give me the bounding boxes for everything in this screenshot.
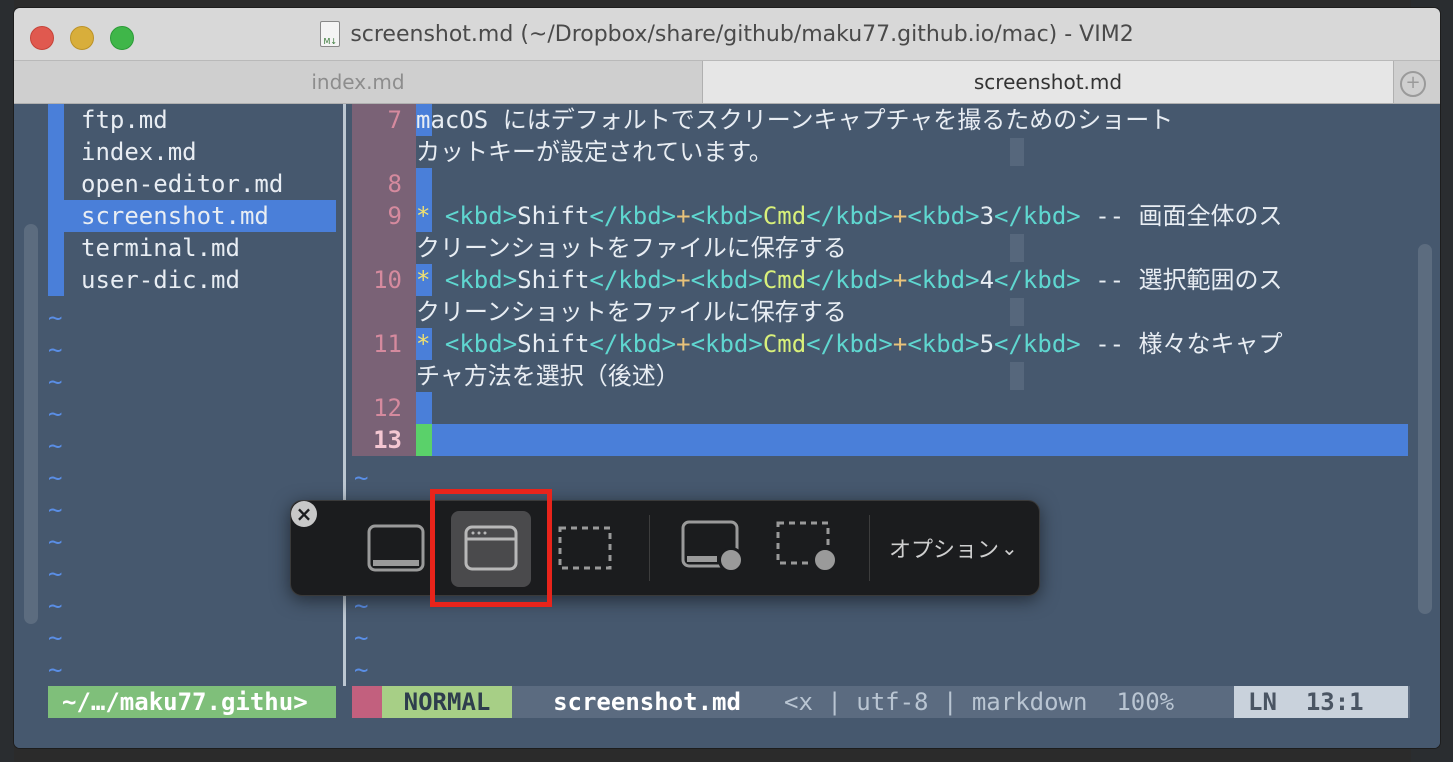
empty-line-tilde: ~	[48, 432, 63, 460]
tab-screenshot-md[interactable]: screenshot.md	[702, 61, 1394, 103]
empty-line-tilde: ~	[48, 528, 63, 556]
screenshot-toolbar: × オプション ⌄	[290, 500, 1040, 596]
current-line-number: 13	[373, 426, 402, 454]
tab-bar: index.md screenshot.md +	[14, 60, 1440, 104]
capture-entire-screen-icon	[367, 524, 425, 572]
file-open-editor-md[interactable]: open-editor.md	[48, 168, 336, 200]
chevron-down-icon: ⌄	[1001, 536, 1018, 560]
empty-line-tilde: ~	[354, 464, 369, 492]
status-filename: screenshot.md	[512, 686, 782, 718]
code-line-7[interactable]: macOS にはデフォルトでスクリーンキャプチャを撮るためのショート	[416, 104, 1173, 136]
code-line-9[interactable]: * <kbd>Shift</kbd>+<kbd>Cmd</kbd>+<kbd>3…	[416, 200, 1283, 232]
file-index-md[interactable]: index.md	[48, 136, 336, 168]
empty-line-tilde: ~	[354, 624, 369, 652]
right-scrollbar[interactable]	[1418, 244, 1432, 614]
current-line-highlight	[432, 424, 1408, 456]
code-line-11-wrap[interactable]: チャ方法を選択（後述）	[416, 360, 680, 392]
line-number: 12	[373, 394, 402, 422]
empty-line-tilde: ~	[48, 400, 63, 428]
capture-selection-icon	[558, 526, 612, 570]
line-number: 9	[387, 202, 402, 230]
empty-line-tilde: ~	[354, 656, 369, 684]
tab-index-md[interactable]: index.md	[14, 61, 702, 103]
empty-line-tilde: ~	[48, 624, 63, 652]
empty-line-tilde: ~	[48, 496, 63, 524]
line-number: 10	[373, 266, 402, 294]
capture-entire-screen-button[interactable]	[361, 501, 431, 595]
status-line: ~/…/maku77.githu> NORMAL screenshot.md <…	[48, 686, 1410, 718]
empty-line-tilde: ~	[48, 464, 63, 492]
new-tab-button[interactable]: +	[1400, 71, 1426, 97]
left-scrollbar[interactable]	[24, 224, 38, 624]
empty-line-tilde: ~	[48, 592, 63, 620]
record-selection-button[interactable]	[769, 501, 849, 595]
file-screenshot-md-selected[interactable]: screenshot.md	[48, 200, 336, 232]
markdown-file-icon: M↓	[320, 21, 341, 47]
status-path: ~/…/maku77.githu>	[48, 686, 336, 718]
capture-selection-button[interactable]	[549, 501, 621, 595]
record-screen-icon	[681, 520, 744, 573]
record-entire-screen-button[interactable]	[675, 501, 755, 595]
pane-separator-line[interactable]	[343, 104, 346, 686]
empty-line-tilde: ~	[48, 336, 63, 364]
empty-line-tilde: ~	[48, 368, 63, 396]
code-line-7-wrap[interactable]: カットキーが設定されています。	[416, 136, 773, 168]
record-selection-icon	[776, 521, 838, 573]
file-user-dic-md[interactable]: user-dic.md	[48, 264, 336, 296]
options-menu-button[interactable]: オプション ⌄	[889, 501, 1018, 595]
window-title: screenshot.md (~/Dropbox/share/github/ma…	[350, 21, 1134, 47]
title-bar: M↓ screenshot.md (~/Dropbox/share/github…	[14, 8, 1440, 60]
file-ftp-md[interactable]: ftp.md	[48, 104, 336, 136]
editor-area: ftp.md index.md open-editor.md screensho…	[14, 104, 1440, 748]
cursor-position: LN 13:1	[1234, 686, 1408, 718]
file-terminal-md[interactable]: terminal.md	[48, 232, 336, 264]
vim-window: M↓ screenshot.md (~/Dropbox/share/github…	[14, 8, 1440, 748]
background-app-left	[0, 0, 14, 762]
code-line-11[interactable]: * <kbd>Shift</kbd>+<kbd>Cmd</kbd>+<kbd>5…	[416, 328, 1283, 360]
empty-line-tilde: ~	[48, 656, 63, 684]
annotation-highlight-box	[430, 489, 552, 607]
close-toolbar-button[interactable]: ×	[291, 501, 317, 527]
empty-line-tilde: ~	[48, 560, 63, 588]
line-number: 7	[387, 106, 402, 134]
line-number: 8	[387, 170, 402, 198]
line-number: 11	[373, 330, 402, 358]
mode-indicator: NORMAL	[382, 686, 512, 718]
empty-line-tilde: ~	[48, 304, 63, 332]
code-line-10-wrap[interactable]: クリーンショットをファイルに保存する	[416, 296, 847, 328]
code-line-10[interactable]: * <kbd>Shift</kbd>+<kbd>Cmd</kbd>+<kbd>4…	[416, 264, 1283, 296]
cursor	[416, 424, 432, 456]
code-line-9-wrap[interactable]: クリーンショットをファイルに保存する	[416, 232, 847, 264]
